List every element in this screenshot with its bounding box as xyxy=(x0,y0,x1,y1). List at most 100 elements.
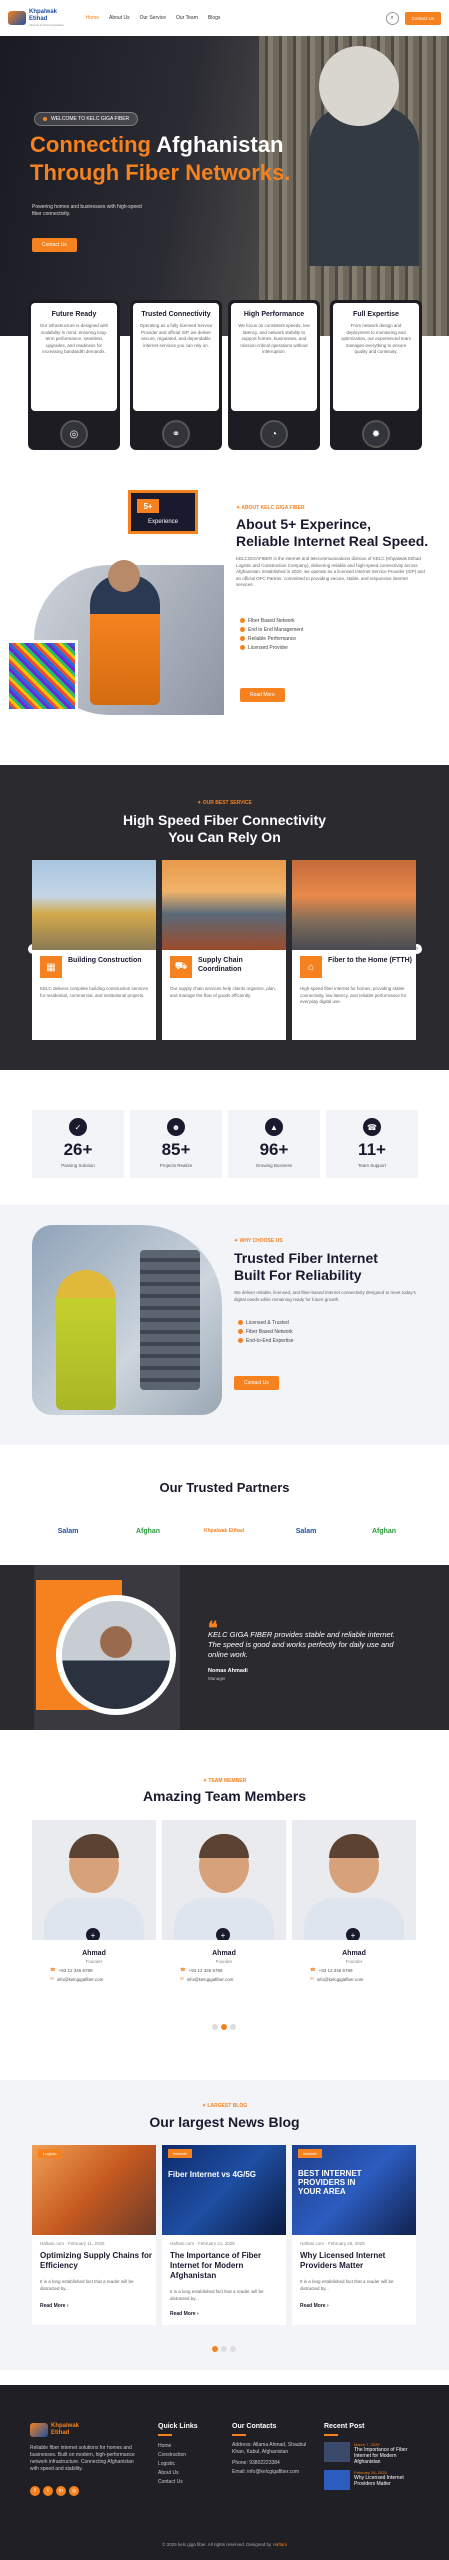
blog-read-more[interactable]: Read More › xyxy=(300,2303,329,2309)
why-text: We deliver reliable, licensed, and fiber… xyxy=(234,1290,416,1302)
footer-link[interactable]: Home xyxy=(158,2442,198,2451)
services-tag: ✦ OUR BEST SERVICE xyxy=(197,800,252,806)
team-email[interactable]: ✉ info@kelcgigafiber.com xyxy=(50,1976,156,1982)
blog-read-more[interactable]: Read More › xyxy=(40,2303,69,2309)
nav-about[interactable]: About Us xyxy=(109,15,130,21)
stat-card: ☎ 11+ Team Support xyxy=(326,1110,418,1178)
team-pagination xyxy=(212,2024,236,2030)
service-card[interactable]: ▦ Building Construction KELC delivers co… xyxy=(32,860,156,1040)
fiber-cable-image xyxy=(6,640,78,712)
blog-card[interactable]: Logistic Haftani.com · February 11, 2025… xyxy=(32,2145,156,2325)
why-tag: ✦ WHY CHOOSE US xyxy=(234,1238,283,1244)
footer-address: Address: Allama Ahmad, Shaubul Khan, Kab… xyxy=(232,2441,307,2455)
pagination-dot[interactable] xyxy=(212,2024,218,2030)
pagination-dot[interactable] xyxy=(230,2346,236,2352)
team-role: Founder xyxy=(85,1959,103,1964)
stat-value: 85+ xyxy=(161,1140,191,1159)
feature-title: High Performance xyxy=(243,311,305,318)
header-contact-button[interactable]: Contact Us xyxy=(404,11,441,25)
check-circle-icon: ✓ xyxy=(69,1118,87,1136)
stat-label: Team Support xyxy=(357,1163,386,1168)
team-phone: ☎ +93 12 345 6789 xyxy=(310,1967,353,1973)
linkedin-icon[interactable]: in xyxy=(56,2486,66,2496)
partner-logo[interactable]: Afghan xyxy=(360,1520,408,1542)
service-card[interactable]: ⛟ Supply Chain Coordination Our supply c… xyxy=(162,860,286,1040)
services-title: High Speed Fiber Connectivity You Can Rel… xyxy=(122,812,327,845)
team-tag: ✦ TEAM MEMBER xyxy=(202,1778,247,1784)
footer-contacts: Our Contacts Address: Allama Ahmad, Shau… xyxy=(232,2423,314,2477)
blog-card[interactable]: Internet Fiber Internet vs 4G/5G Haftani… xyxy=(162,2145,286,2325)
footer-heading: Quick Links xyxy=(158,2423,198,2430)
recent-post[interactable]: February 26, 2025 Why Licensed Internet P… xyxy=(324,2469,424,2490)
team-phone: ☎ +93 12 345 6789 xyxy=(180,1967,223,1973)
footer-link[interactable]: Logistic xyxy=(158,2460,198,2469)
about-title: About 5+ Experince, Reliable Internet Rea… xyxy=(236,516,429,549)
recent-post[interactable]: March 7, 2025 The Importance of Fiber Int… xyxy=(324,2441,424,2465)
site-logo[interactable]: Khpalwak Etihad Internet & Communication xyxy=(8,9,64,27)
designer-link[interactable]: Haftani xyxy=(273,2542,287,2547)
check-item: Licensed Provider xyxy=(240,643,303,652)
blog-read-more[interactable]: Read More › xyxy=(170,2311,199,2317)
service-text: Our supply chain services help clients o… xyxy=(170,986,277,998)
footer-logo[interactable]: Khpalwak Etihad xyxy=(30,2423,140,2437)
blog-meta: Haftani.com · February 21, 2025 xyxy=(170,2241,235,2246)
plus-icon[interactable]: + xyxy=(86,1928,100,1940)
footer-quick-links: Quick Links Home Construction Logistic A… xyxy=(158,2423,198,2487)
partner-logo[interactable]: Salam xyxy=(44,1520,92,1542)
pagination-dot[interactable] xyxy=(221,2024,227,2030)
recent-post-image xyxy=(324,2469,350,2490)
service-text: KELC delivers complete building construc… xyxy=(40,986,149,998)
partner-logo[interactable]: Afghan xyxy=(124,1520,172,1542)
team-email[interactable]: ✉ info@kelcgigafiber.com xyxy=(180,1976,286,1982)
instagram-icon[interactable]: ◎ xyxy=(69,2486,79,2496)
team-name: Ahmad xyxy=(212,1950,236,1957)
hero-title-line-2: Through Fiber Networks. xyxy=(30,160,291,185)
hero-technician-image xyxy=(309,106,419,266)
team-email[interactable]: ✉ info@kelcgigafiber.com xyxy=(310,1976,416,1982)
plus-icon[interactable]: + xyxy=(346,1928,360,1940)
stat-card: ✓ 26+ Passing Solution xyxy=(32,1110,124,1178)
partner-logo[interactable]: Khpalwak Etihad xyxy=(200,1520,248,1542)
why-contact-button[interactable]: Contact Us xyxy=(234,1376,279,1390)
team-title: Amazing Team Members xyxy=(142,1788,307,1804)
stat-label: Projects Realize xyxy=(159,1163,193,1168)
footer-link[interactable]: Construction xyxy=(158,2451,198,2460)
blog-post-title[interactable]: Optimizing Supply Chains for Efficiency xyxy=(40,2251,152,2271)
pagination-dot[interactable] xyxy=(212,2346,218,2352)
hero-contact-button[interactable]: Contact Us xyxy=(32,238,77,252)
footer-about-text: Reliable fiber internet solutions for ho… xyxy=(30,2445,135,2472)
nav-service[interactable]: Our Service xyxy=(140,15,166,21)
footer-link[interactable]: About Us xyxy=(158,2469,198,2478)
stat-value: 96+ xyxy=(259,1140,289,1159)
mail-icon: ✉ xyxy=(180,1976,184,1981)
blog-card[interactable]: Internet BEST INTERNET PROVIDERS IN YOUR… xyxy=(292,2145,416,2325)
service-image xyxy=(32,860,156,950)
pagination-dot[interactable] xyxy=(221,2346,227,2352)
recent-post-image xyxy=(324,2441,350,2462)
search-icon[interactable]: ⌕ xyxy=(385,11,399,25)
blog-category: Logistic xyxy=(38,2149,62,2158)
service-card[interactable]: ⌂ Fiber to the Home (FTTH) High-speed fi… xyxy=(292,860,416,1040)
footer-phone[interactable]: Phone: 93802223384 xyxy=(232,2459,314,2468)
facebook-icon[interactable]: f xyxy=(30,2486,40,2496)
plus-icon[interactable]: + xyxy=(216,1928,230,1940)
team-photo: + xyxy=(292,1820,416,1940)
blog-post-title[interactable]: Why Licensed Internet Providers Matter xyxy=(300,2251,412,2271)
pagination-dot[interactable] xyxy=(230,2024,236,2030)
about-checklist: Fiber Based Network End to End Managemen… xyxy=(240,616,303,652)
footer-link[interactable]: Contact Us xyxy=(158,2478,198,2487)
footer-recent-posts: Recent Post March 7, 2025 The Importance … xyxy=(324,2423,424,2495)
partner-logo[interactable]: Salam xyxy=(282,1520,330,1542)
hero-title-line-1: Connecting Afghanistan xyxy=(30,132,284,157)
nav-blogs[interactable]: Blogs xyxy=(208,15,221,21)
twitter-icon[interactable]: t xyxy=(43,2486,53,2496)
blog-post-title[interactable]: The Importance of Fiber Internet for Mod… xyxy=(170,2251,282,2281)
why-checklist: Licensed & Trusted Fiber Based Network E… xyxy=(238,1318,294,1345)
blog-title: Our largest News Blog xyxy=(149,2114,300,2130)
blog-image: Logistic xyxy=(32,2145,156,2235)
about-read-more-button[interactable]: Read More xyxy=(240,688,285,702)
nav-team[interactable]: Our Team xyxy=(176,15,198,21)
stat-label: Growing Business xyxy=(255,1163,293,1168)
nav-home[interactable]: Home xyxy=(86,15,99,21)
footer-email[interactable]: Email: info@kelcgigafiber.com xyxy=(232,2468,314,2477)
